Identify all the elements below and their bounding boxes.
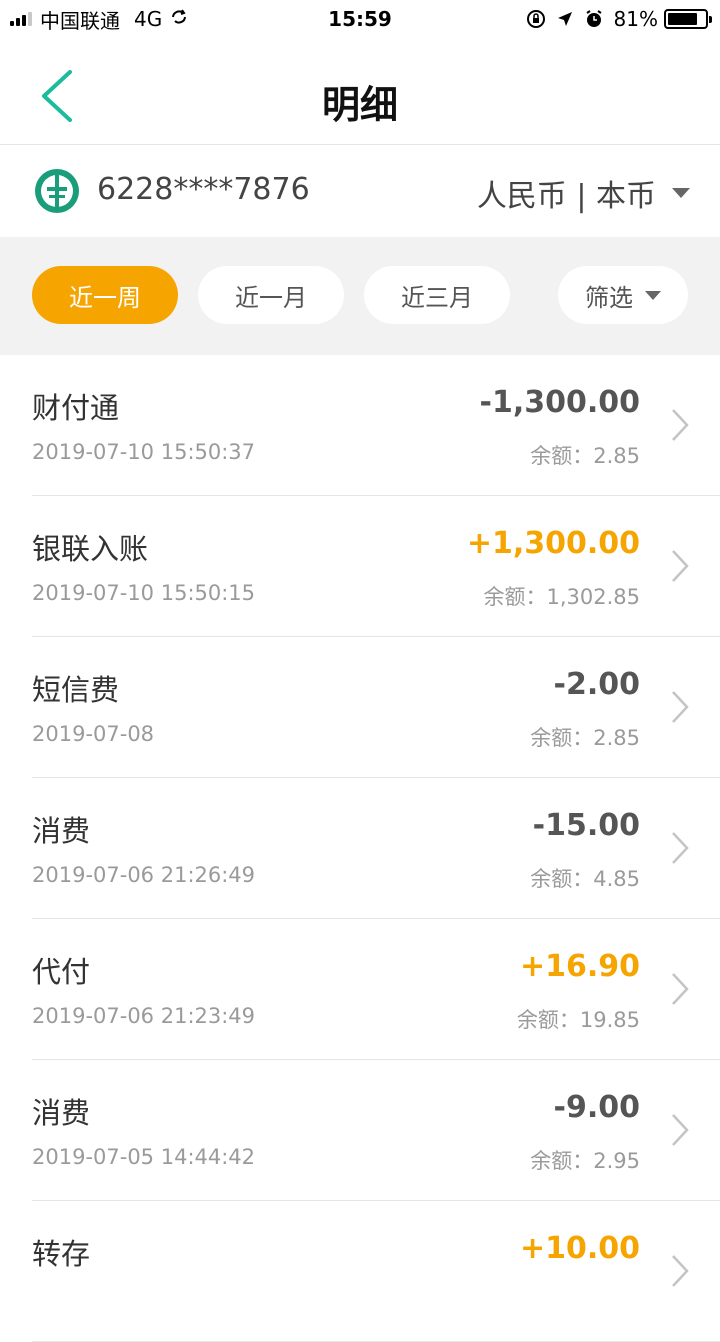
filter-week-chip[interactable]: 近一周: [32, 266, 178, 324]
alarm-icon: [585, 10, 602, 27]
transaction-balance: 余额：2.85: [530, 726, 640, 750]
filter-three-months-label: 近三月: [401, 283, 473, 312]
transaction-balance: 余额：2.95: [530, 1149, 640, 1173]
filter-bar: 近一周 近一月 近三月 筛选: [0, 237, 720, 355]
transaction-amount: -1,300.00: [479, 385, 641, 420]
page-title: 明细: [321, 83, 398, 127]
rotation-lock-icon: [526, 10, 545, 28]
chevron-right-icon: [672, 409, 689, 441]
transaction-balance: 余额：2.85: [530, 444, 640, 468]
transaction-row[interactable]: 代付 2019-07-06 21:23:49 +16.90 余额：19.85: [0, 919, 720, 1060]
filter-three-months-chip[interactable]: 近三月: [364, 266, 510, 324]
filter-dropdown-label: 筛选: [585, 283, 633, 312]
caret-down-icon: [645, 290, 661, 300]
transaction-amount: +10.00: [519, 1231, 640, 1266]
chevron-right-icon: [672, 832, 689, 864]
filter-week-label: 近一周: [69, 283, 141, 312]
transaction-time: 2019-07-08: [32, 722, 155, 746]
transaction-time: 2019-07-06 21:26:49: [32, 863, 256, 887]
transaction-amount: +1,300.00: [466, 526, 640, 561]
transaction-amount: -15.00: [532, 808, 640, 843]
filter-month-label: 近一月: [235, 283, 307, 312]
caret-down-icon: [672, 188, 690, 198]
transaction-time: 2019-07-10 15:50:37: [32, 440, 256, 464]
nav-bar: 明细: [0, 38, 720, 145]
account-number: 6228****7876: [97, 172, 310, 207]
transaction-time: 2019-07-10 15:50:15: [32, 581, 256, 605]
transaction-balance: 余额：4.85: [530, 867, 640, 891]
filter-dropdown-button[interactable]: 筛选: [558, 266, 688, 324]
transaction-title: 财付通: [32, 391, 120, 425]
bank-logo-icon: [35, 169, 79, 213]
transaction-title: 代付: [32, 955, 91, 989]
transaction-row[interactable]: 消费 2019-07-06 21:26:49 -15.00 余额：4.85: [0, 778, 720, 919]
transaction-row[interactable]: 消费 2019-07-05 14:44:42 -9.00 余额：2.95: [0, 1060, 720, 1201]
transaction-title: 短信费: [32, 673, 120, 707]
transaction-row[interactable]: 短信费 2019-07-08 -2.00 余额：2.85: [0, 637, 720, 778]
transaction-title: 消费: [32, 814, 91, 848]
chevron-right-icon: [672, 1255, 689, 1287]
chevron-right-icon: [672, 691, 689, 723]
transaction-balance: 余额：1,302.85: [483, 585, 640, 609]
transaction-title: 转存: [32, 1237, 91, 1271]
chevron-right-icon: [672, 550, 689, 582]
transaction-time: 2019-07-06 21:23:49: [32, 1004, 256, 1028]
status-bar: 中国联通 4G 15:59 81%: [0, 0, 720, 38]
account-row: 6228****7876 人民币 | 本币: [0, 145, 720, 237]
transaction-list: 财付通 2019-07-10 15:50:37 -1,300.00 余额：2.8…: [0, 355, 720, 1342]
transaction-amount: -9.00: [553, 1090, 640, 1125]
transaction-amount: +16.90: [519, 949, 640, 984]
transaction-title: 银联入账: [32, 532, 149, 566]
transaction-balance: 余额：19.85: [516, 1008, 640, 1032]
transaction-row[interactable]: 财付通 2019-07-10 15:50:37 -1,300.00 余额：2.8…: [0, 355, 720, 496]
transaction-row[interactable]: 银联入账 2019-07-10 15:50:15 +1,300.00 余额：1,…: [0, 496, 720, 637]
chevron-right-icon: [672, 1114, 689, 1146]
transaction-title: 消费: [32, 1096, 91, 1130]
chevron-right-icon: [672, 973, 689, 1005]
location-icon: [557, 12, 572, 26]
transaction-time: 2019-07-05 14:44:42: [32, 1145, 256, 1169]
battery-icon: [664, 9, 712, 29]
transaction-row[interactable]: 转存 +10.00: [0, 1201, 720, 1342]
battery-percent: 81%: [613, 7, 658, 31]
status-right: 81%: [526, 0, 712, 38]
currency-label: 人民币 | 本币: [476, 179, 656, 214]
currency-selector[interactable]: 人民币 | 本币: [477, 171, 690, 215]
filter-month-chip[interactable]: 近一月: [198, 266, 344, 324]
transaction-amount: -2.00: [553, 667, 640, 702]
